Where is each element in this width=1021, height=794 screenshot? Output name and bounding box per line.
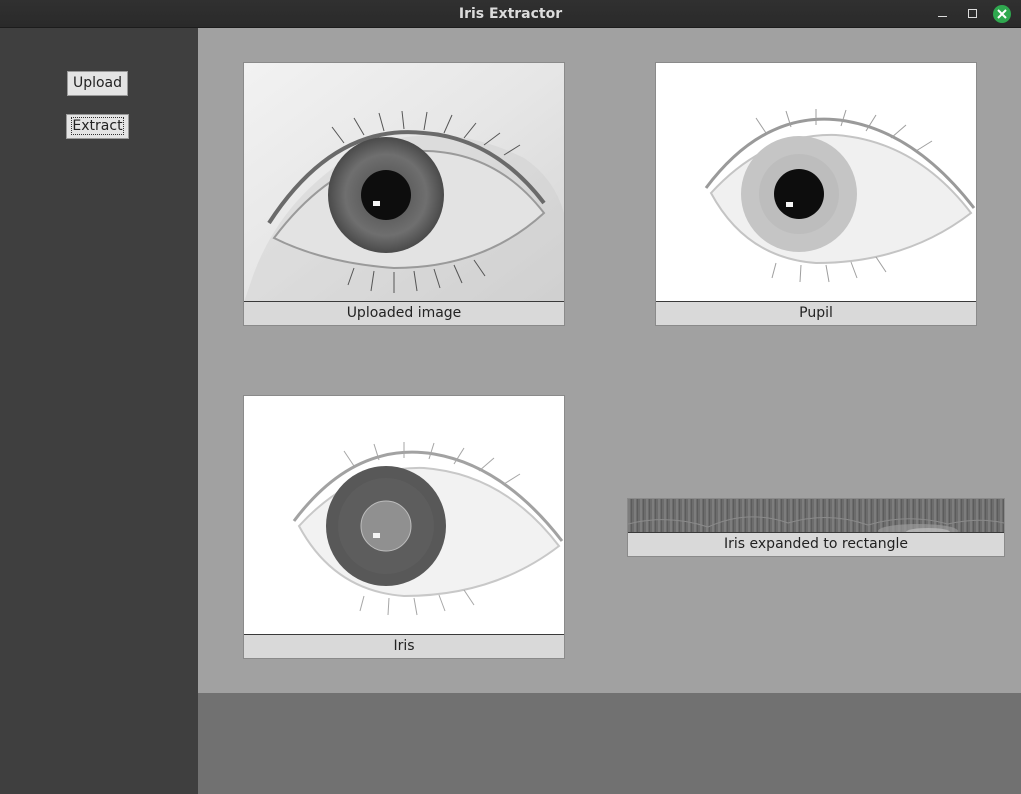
pupil-caption: Pupil [656, 301, 976, 325]
iris-panel: Iris [243, 395, 565, 659]
upload-button[interactable]: Upload [67, 71, 128, 96]
minimize-icon[interactable] [933, 4, 953, 24]
sidebar: Upload Extract [0, 28, 198, 794]
upload-button-label: Upload [72, 75, 123, 91]
iris-rectangle-image [628, 499, 1004, 534]
title-bar: Iris Extractor [0, 0, 1021, 28]
extract-button-label: Extract [71, 117, 124, 135]
maximize-icon[interactable] [963, 4, 983, 24]
iris-rectangle-caption: Iris expanded to rectangle [628, 532, 1004, 556]
uploaded-image-caption: Uploaded image [244, 301, 564, 325]
iris-rectangle-panel: Iris expanded to rectangle [627, 498, 1005, 557]
window-title: Iris Extractor [458, 6, 563, 22]
extract-button[interactable]: Extract [66, 114, 129, 139]
pupil-panel: Pupil [655, 62, 977, 326]
uploaded-eye-image [244, 63, 564, 302]
pupil-eye-image [656, 63, 976, 302]
close-icon[interactable] [993, 5, 1011, 23]
iris-eye-image [244, 396, 564, 635]
uploaded-image-panel: Uploaded image [243, 62, 565, 326]
iris-caption: Iris [244, 634, 564, 658]
results-canvas: Uploaded image Pupil Iris Iris expanded … [198, 28, 1021, 693]
